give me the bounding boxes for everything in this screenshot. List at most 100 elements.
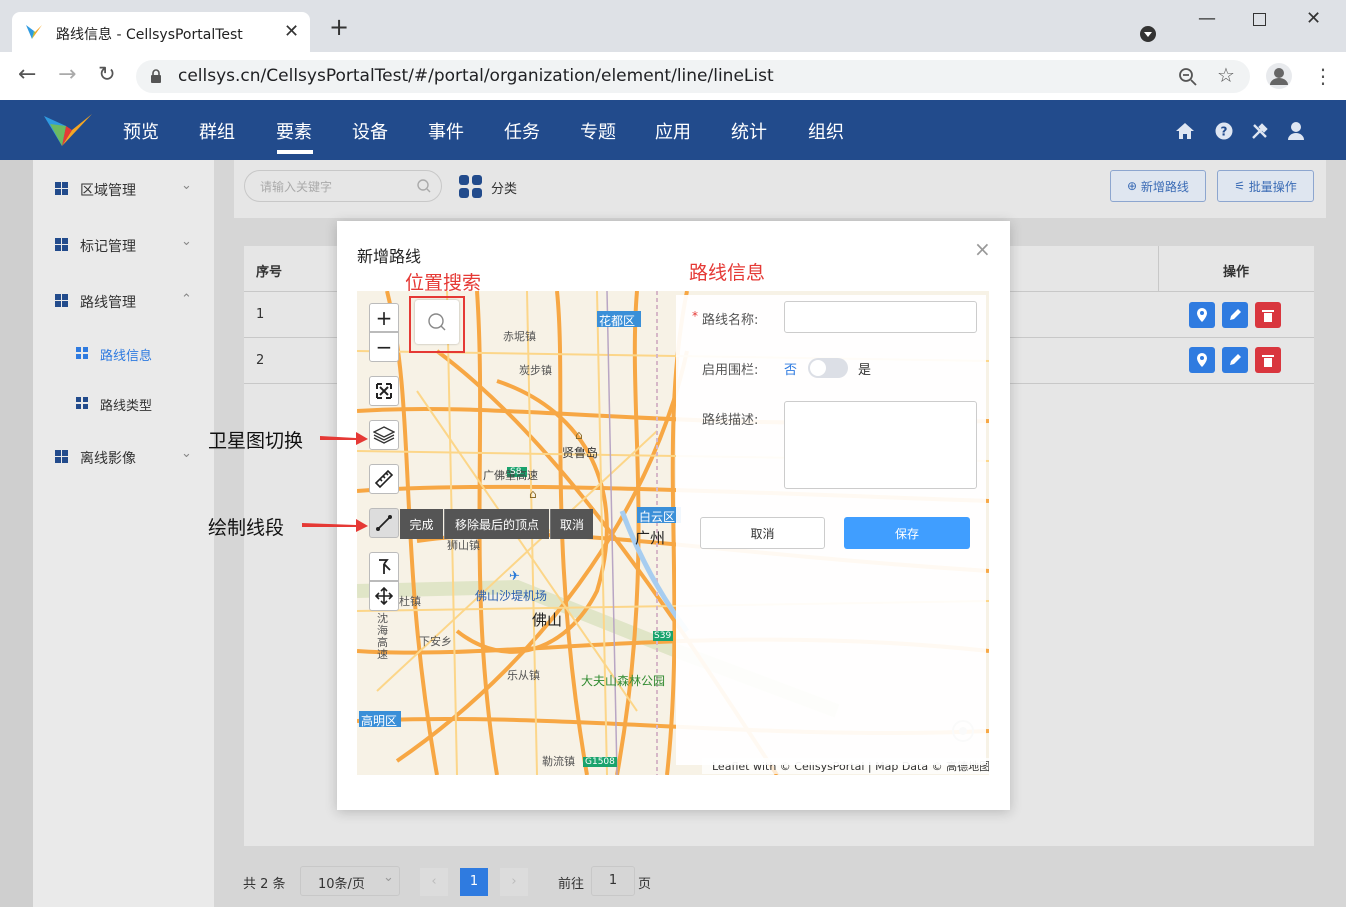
nav-stats[interactable]: 统计 [731, 118, 767, 144]
arrow-right-icon [320, 432, 368, 445]
map-label: 炭步镇 [519, 364, 552, 377]
profile-avatar-icon[interactable] [1265, 62, 1293, 90]
map-label: 佛山沙堤机场 [475, 589, 548, 603]
chevron-up-icon: ⌃ [181, 292, 192, 307]
add-route-label: 新增路线 [1140, 179, 1189, 194]
home-icon[interactable] [1175, 122, 1195, 140]
nav-topic[interactable]: 专题 [580, 118, 616, 144]
grid-icon [76, 347, 88, 359]
add-route-button[interactable]: ⊕ 新增路线 [1110, 170, 1206, 202]
route-name-input[interactable] [784, 301, 977, 333]
layer-switch-button[interactable] [369, 420, 399, 450]
back-icon[interactable]: ← [18, 62, 36, 87]
map-district-label: 高明区 [361, 714, 398, 728]
fullscreen-icon [376, 383, 392, 399]
landmark-icon: ⌂ [529, 487, 537, 501]
draw-line-button[interactable] [369, 508, 399, 538]
edit-button[interactable] [1222, 302, 1248, 328]
nav-event[interactable]: 事件 [428, 118, 464, 144]
sidebar-label: 路线管理 [80, 295, 136, 311]
nav-app[interactable]: 应用 [655, 118, 691, 144]
map-label: 下安乡 [419, 635, 452, 648]
url-bar[interactable]: cellsys.cn/CellsysPortalTest/#/portal/or… [136, 60, 1250, 93]
plus-icon: + [375, 305, 393, 330]
help-icon[interactable]: ? [1215, 122, 1233, 140]
route-desc-textarea[interactable] [784, 401, 977, 489]
fence-yes-label: 是 [858, 363, 872, 378]
bookmark-star-icon[interactable]: ☆ [1217, 63, 1235, 87]
col-divider [1158, 246, 1159, 292]
map-label: 广州 [635, 529, 666, 547]
user-icon[interactable] [1287, 121, 1305, 140]
category-label: 分类 [491, 182, 518, 197]
save-button[interactable]: 保存 [844, 517, 970, 549]
close-window-icon[interactable]: ✕ [1306, 8, 1321, 29]
maximize-icon[interactable] [1253, 13, 1266, 26]
browser-tab[interactable]: 路线信息 - CellsysPortalTest ✕ [12, 12, 310, 52]
minus-icon: − [375, 335, 393, 359]
location-search-button[interactable] [415, 300, 459, 344]
page-size-value: 10条/页 [318, 877, 365, 892]
row-index: 1 [256, 307, 265, 322]
browser-menu-icon[interactable]: ⋮ [1313, 64, 1333, 88]
edit-vertex-button[interactable] [369, 552, 399, 581]
fence-toggle[interactable] [808, 358, 848, 378]
nav-element[interactable]: 要素 [276, 118, 312, 144]
tools-icon[interactable] [1250, 122, 1270, 140]
measure-button[interactable] [369, 464, 399, 494]
grid-icon [55, 450, 68, 463]
edit-icon [1230, 309, 1241, 320]
draw-remove-last-button[interactable]: 移除最后的顶点 [444, 509, 549, 539]
search-input[interactable]: 请输入关键字 [244, 170, 442, 202]
lock-icon [151, 69, 161, 83]
grid-icon [55, 238, 68, 251]
nav-preview[interactable]: 预览 [123, 118, 159, 144]
locate-button[interactable] [1189, 302, 1215, 328]
dialog-close-icon[interactable]: × [974, 237, 991, 261]
cancel-button[interactable]: 取消 [700, 517, 825, 549]
delete-button[interactable] [1255, 347, 1281, 373]
chevron-down-icon: ⌄ [383, 870, 394, 885]
zoom-icon[interactable] [1178, 67, 1198, 87]
prev-page-button[interactable]: ‹ [420, 868, 448, 896]
map-label: 乐从镇 [507, 669, 540, 682]
chevron-down-icon: ⌄ [181, 446, 192, 461]
nav-task[interactable]: 任务 [504, 118, 540, 144]
draw-finish-button[interactable]: 完成 [400, 509, 443, 539]
map-pin-icon [1197, 353, 1207, 367]
fullscreen-button[interactable] [369, 376, 399, 406]
new-tab-icon[interactable]: + [329, 15, 349, 39]
url-text: cellsys.cn/CellsysPortalTest/#/portal/or… [178, 66, 774, 86]
zoom-out-button[interactable]: − [369, 332, 399, 362]
nav-device[interactable]: 设备 [352, 118, 388, 144]
dialog-title: 新增路线 [357, 247, 422, 266]
category-grid-icon [459, 175, 482, 198]
zoom-in-button[interactable]: + [369, 303, 399, 332]
delete-button[interactable] [1255, 302, 1281, 328]
minimize-icon[interactable]: — [1198, 8, 1216, 29]
edit-button[interactable] [1222, 347, 1248, 373]
forward-icon[interactable]: → [58, 62, 76, 87]
map-district-label: 花都区 [599, 314, 636, 328]
tab-close-icon[interactable]: ✕ [284, 21, 299, 42]
annotation-search: 位置搜索 [405, 272, 482, 294]
nav-org[interactable]: 组织 [808, 118, 844, 144]
goto-page-input[interactable]: 1 [591, 866, 635, 896]
batch-button[interactable]: ⚟ 批量操作 [1217, 170, 1314, 202]
move-button[interactable] [369, 581, 399, 611]
ruler-icon [374, 469, 394, 489]
locate-button[interactable] [1189, 347, 1215, 373]
next-page-button[interactable]: › [500, 868, 528, 896]
sidebar: 区域管理 ⌄ 标记管理 ⌄ 路线管理 ⌃ 路线信息 路线类型 离线影像 ⌄ [33, 160, 214, 907]
draw-cancel-button[interactable]: 取消 [550, 509, 593, 539]
batch-label: 批量操作 [1248, 179, 1297, 194]
map-road-shield: S39 [654, 631, 672, 641]
map-pin-icon [1197, 308, 1207, 322]
reload-icon[interactable]: ↻ [98, 62, 116, 86]
arrow-right-icon [302, 519, 368, 532]
profile-menu-icon[interactable] [1139, 25, 1157, 43]
page-size-select[interactable]: 10条/页 ⌄ [300, 866, 400, 896]
nav-group[interactable]: 群组 [199, 118, 235, 144]
page-1-button[interactable]: 1 [460, 868, 488, 896]
chevron-down-icon: ⌄ [181, 234, 192, 249]
